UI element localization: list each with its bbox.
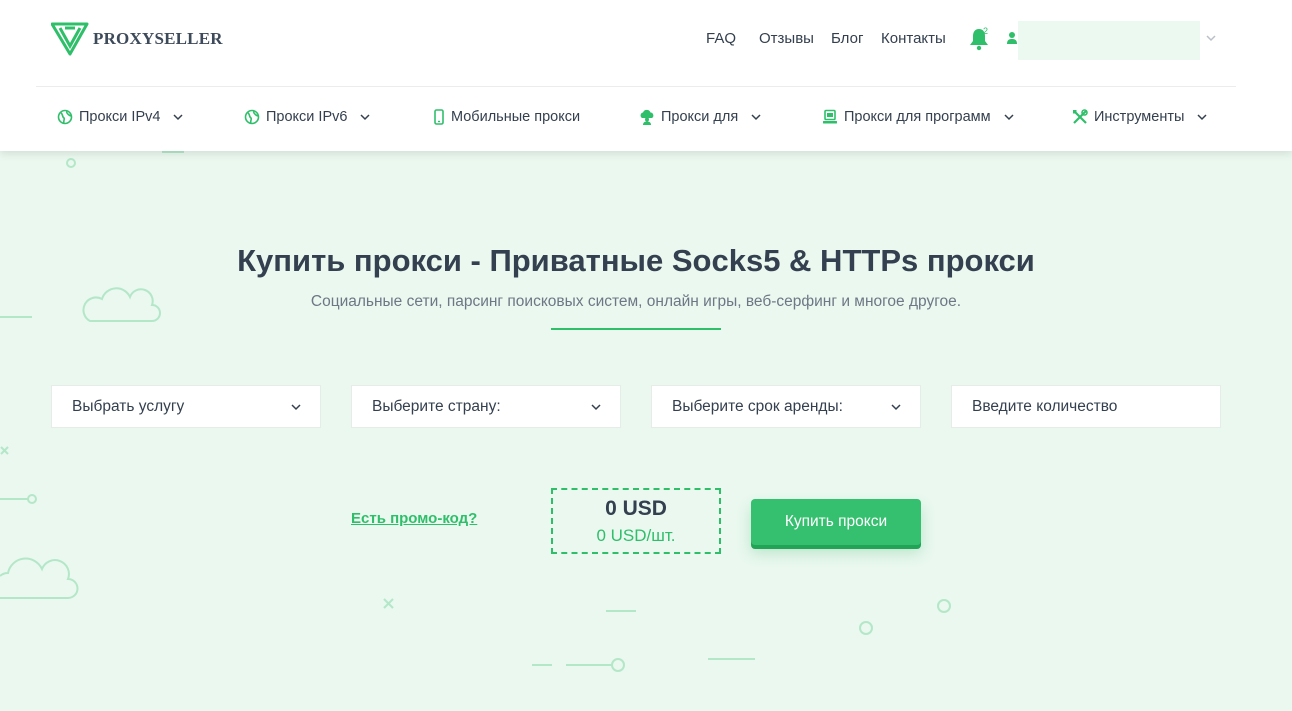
menu-item-label: Прокси IPv4	[79, 109, 161, 125]
price-total: 0 USD	[605, 497, 667, 520]
title-underline	[551, 328, 721, 330]
menu-item-label: Мобильные прокси	[451, 109, 581, 125]
chevron-down-icon	[1197, 114, 1207, 121]
mobile-phone-icon	[434, 109, 444, 125]
chevron-down-icon	[173, 114, 183, 121]
menu-item-label: Прокси IPv6	[266, 109, 348, 125]
menu-item-label: Прокси для	[661, 109, 739, 125]
buy-proxy-button[interactable]: Купить прокси	[751, 499, 921, 545]
menu-item-label: Прокси для программ	[844, 109, 991, 125]
page-title: Купить прокси - Приватные Socks5 & HTTPs…	[237, 243, 1035, 278]
logo[interactable]: PROXYSELLER	[51, 22, 223, 56]
user-account-field[interactable]	[1018, 21, 1200, 60]
proxyseller-logo-icon	[51, 22, 89, 56]
rental-period-select-value: Выберите срок аренды:	[672, 398, 843, 415]
price-per-unit: 0 USD/шт.	[596, 526, 676, 545]
nav-link-reviews[interactable]: Отзывы	[759, 30, 814, 47]
menu-item-proxy-for[interactable]: Прокси для	[639, 100, 762, 134]
menu-item-ipv6[interactable]: Прокси IPv6	[244, 100, 371, 134]
chevron-down-icon	[291, 404, 301, 411]
menu-item-label: Инструменты	[1094, 109, 1185, 125]
globe-icon	[57, 109, 73, 125]
chevron-down-icon	[891, 404, 901, 411]
country-select-value: Выберите страну:	[372, 398, 501, 415]
notification-count: 2	[983, 26, 989, 36]
page-subtitle: Социальные сети, парсинг поисковых систе…	[310, 293, 962, 310]
country-select[interactable]: Выберите страну:	[351, 385, 621, 428]
price-summary: 0 USD 0 USD/шт.	[551, 488, 721, 554]
service-select-value: Выбрать услугу	[72, 398, 185, 415]
menu-item-proxy-for-programs[interactable]: Прокси для программ	[822, 100, 1015, 134]
chevron-down-icon	[751, 114, 761, 121]
quantity-input[interactable]	[951, 385, 1221, 428]
header-divider	[36, 86, 1236, 87]
menu-item-tools[interactable]: Инструменты	[1072, 100, 1208, 134]
chevron-down-icon	[591, 404, 601, 411]
promo-code-link[interactable]: Есть промо-код?	[351, 510, 477, 527]
rental-period-select[interactable]: Выберите срок аренды:	[651, 385, 921, 428]
computer-icon	[823, 109, 837, 124]
service-select[interactable]: Выбрать услугу	[51, 385, 321, 428]
menu-item-ipv4[interactable]: Прокси IPv4	[57, 100, 184, 134]
brand-name: PROXYSELLER	[93, 29, 223, 48]
chevron-down-icon	[360, 114, 370, 121]
cloud-user-icon	[640, 109, 654, 125]
nav-link-blog[interactable]: Блог	[831, 30, 863, 47]
chevron-down-icon	[1004, 114, 1014, 121]
globe-icon	[244, 109, 260, 125]
chevron-down-icon[interactable]	[1205, 33, 1217, 43]
site-header: PROXYSELLER FAQ Отзывы Блог Контакты 2 П…	[0, 0, 1292, 151]
nav-link-faq[interactable]: FAQ	[706, 30, 736, 47]
user-icon	[1007, 32, 1017, 44]
nav-link-contacts[interactable]: Контакты	[881, 30, 946, 47]
tools-icon	[1073, 109, 1088, 124]
menu-item-mobile[interactable]: Мобильные прокси	[433, 100, 580, 134]
